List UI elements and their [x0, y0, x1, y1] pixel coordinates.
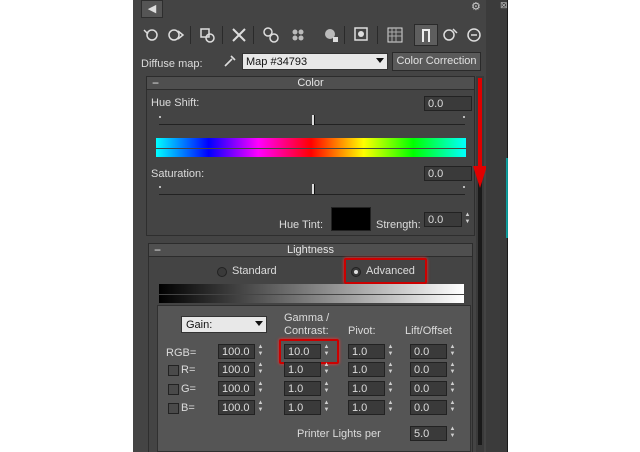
b-lift-spinner[interactable]: ▲ ▼: [448, 400, 457, 415]
b-gamma-spinner[interactable]: ▲ ▼: [322, 400, 331, 415]
hue-tint-label: Hue Tint:: [279, 219, 324, 231]
hue-shift-label: Hue Shift:: [151, 97, 200, 109]
strength-field[interactable]: 0.0: [424, 212, 462, 227]
rgb-pivot-spinner[interactable]: ▲ ▼: [386, 344, 395, 359]
chevron-down-icon: [376, 58, 384, 63]
strength-spinner[interactable]: ▲ ▼: [463, 212, 472, 227]
r-gamma-spinner[interactable]: ▲ ▼: [322, 362, 331, 377]
standard-radio[interactable]: [217, 267, 227, 277]
b-gain-field[interactable]: 100.0: [218, 400, 255, 415]
hue-shift-field[interactable]: 0.0: [424, 96, 472, 111]
viewport-edge: ⊠: [486, 0, 508, 452]
g-pivot-spinner[interactable]: ▲ ▼: [386, 381, 395, 396]
background-icon[interactable]: [462, 24, 486, 46]
material-name-dropdown[interactable]: Map #34793: [242, 53, 388, 70]
make-unique-icon[interactable]: [259, 24, 283, 46]
material-name-value: Map #34793: [246, 56, 308, 68]
rgb-row-label: RGB=: [166, 347, 197, 359]
printer-lights-field[interactable]: 5.0: [410, 426, 447, 441]
material-type-button[interactable]: Color Correction: [392, 52, 481, 71]
scroll-left-button[interactable]: ◀: [141, 0, 163, 18]
lightness-rollout-title: Lightness: [286, 244, 335, 256]
assign-to-selection-icon[interactable]: [195, 24, 219, 46]
saturation-field[interactable]: 0.0: [424, 166, 472, 181]
hue-tint-swatch[interactable]: [331, 207, 371, 231]
material-id-icon[interactable]: [319, 24, 343, 46]
r-gain-spinner[interactable]: ▲ ▼: [256, 362, 265, 377]
r-pivot-spinner[interactable]: ▲ ▼: [386, 362, 395, 377]
r-gain-field[interactable]: 100.0: [218, 362, 255, 377]
reset-map-icon[interactable]: [227, 24, 251, 46]
rgb-lift-spinner[interactable]: ▲ ▼: [448, 344, 457, 359]
g-checkbox[interactable]: [168, 384, 179, 395]
options-icon[interactable]: ⚙: [471, 0, 485, 14]
lightness-rollout-header[interactable]: − Lightness: [148, 243, 473, 257]
color-rollout-title: Color: [297, 77, 324, 89]
r-row-label: R=: [181, 364, 196, 376]
printer-lights-label: Printer Lights per: [297, 428, 381, 440]
gamma-highlight: [279, 339, 339, 364]
red-down-arrow-icon: [472, 78, 486, 190]
r-lift-spinner[interactable]: ▲ ▼: [448, 362, 457, 377]
standard-label: Standard: [232, 265, 277, 277]
g-gain-spinner[interactable]: ▲ ▼: [256, 381, 265, 396]
close-icon[interactable]: ⊠: [500, 0, 508, 12]
lightness-gradient-bar: [159, 284, 464, 294]
strength-label: Strength:: [376, 219, 421, 231]
gain-dropdown-value: Gain:: [186, 319, 213, 331]
g-row-label: G=: [181, 383, 196, 395]
b-row-label: B=: [181, 402, 195, 414]
r-checkbox[interactable]: [168, 365, 179, 376]
put-to-library-icon[interactable]: [287, 24, 311, 46]
color-rollout-header[interactable]: − Color: [146, 76, 475, 90]
chevron-down-icon: [255, 321, 263, 326]
b-checkbox[interactable]: [168, 403, 179, 414]
g-pivot-field[interactable]: 1.0: [348, 381, 385, 396]
hue-shifted-spectrum-bar: [156, 149, 466, 157]
pick-material-icon[interactable]: [139, 24, 163, 46]
g-lift-field[interactable]: 0.0: [410, 381, 447, 396]
saturation-label: Saturation:: [151, 168, 205, 180]
eyedropper-icon[interactable]: [222, 53, 240, 71]
rgb-gain-field[interactable]: 100.0: [218, 344, 255, 359]
printer-lights-spinner[interactable]: ▲ ▼: [448, 426, 457, 441]
show-end-result-icon[interactable]: [383, 24, 407, 46]
b-pivot-field[interactable]: 1.0: [348, 400, 385, 415]
diffuse-map-label: Diffuse map:: [141, 58, 203, 70]
hue-spectrum-bar: [156, 138, 466, 148]
b-lift-field[interactable]: 0.0: [410, 400, 447, 415]
viewport-grid-line: [506, 158, 508, 238]
rgb-lift-field[interactable]: 0.0: [410, 344, 447, 359]
contrast-header: Contrast:: [284, 325, 329, 337]
r-lift-field[interactable]: 0.0: [410, 362, 447, 377]
g-gain-field[interactable]: 100.0: [218, 381, 255, 396]
lift-offset-header: Lift/Offset: [405, 325, 452, 337]
rgb-pivot-field[interactable]: 1.0: [348, 344, 385, 359]
r-gamma-field[interactable]: 1.0: [284, 362, 321, 377]
b-pivot-spinner[interactable]: ▲ ▼: [386, 400, 395, 415]
b-gain-spinner[interactable]: ▲ ▼: [256, 400, 265, 415]
r-pivot-field[interactable]: 1.0: [348, 362, 385, 377]
g-lift-spinner[interactable]: ▲ ▼: [448, 381, 457, 396]
gamma-header: Gamma /: [284, 312, 330, 324]
go-forward-to-sibling-icon[interactable]: [438, 24, 462, 46]
put-to-scene-icon[interactable]: [164, 24, 188, 46]
lightness-result-bar: [159, 295, 464, 303]
show-map-in-viewport-icon[interactable]: [350, 24, 374, 46]
pivot-header: Pivot:: [348, 325, 376, 337]
gain-dropdown[interactable]: Gain:: [181, 316, 267, 333]
b-gamma-field[interactable]: 1.0: [284, 400, 321, 415]
g-gamma-spinner[interactable]: ▲ ▼: [322, 381, 331, 396]
rgb-gain-spinner[interactable]: ▲ ▼: [256, 344, 265, 359]
g-gamma-field[interactable]: 1.0: [284, 381, 321, 396]
go-to-parent-icon[interactable]: [414, 24, 438, 46]
material-editor-panel: ◀ ⚙ Diffuse map: Map #34793 Color Correc…: [133, 0, 486, 452]
advanced-highlight: [344, 258, 427, 284]
